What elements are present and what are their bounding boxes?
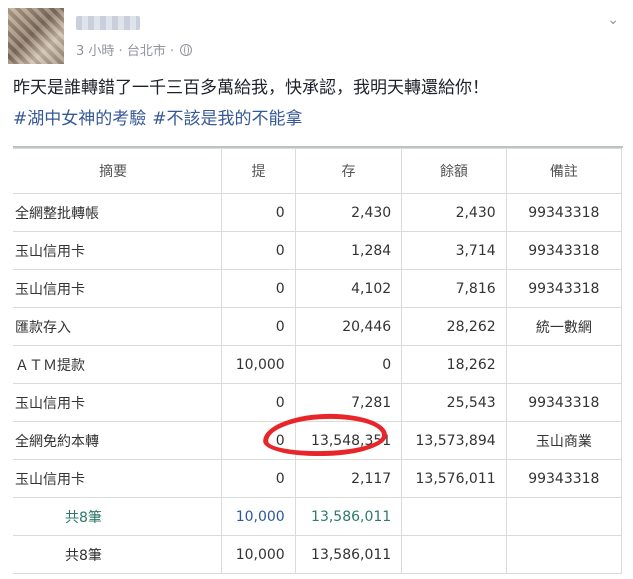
column-header: 提 bbox=[221, 148, 296, 194]
cell-total-deposit: 13,586,011 bbox=[294, 497, 403, 536]
cell-description: 全網整批轉帳 bbox=[13, 193, 223, 232]
table-header-row: 摘要 提 存 餘額 備註 bbox=[13, 148, 623, 194]
cell-note: 99343318 bbox=[505, 193, 623, 232]
column-header: 存 bbox=[294, 148, 403, 194]
cell-description: 玉山信用卡 bbox=[13, 383, 223, 422]
cell-total-withdrawal: 10,000 bbox=[221, 535, 296, 574]
cell-withdrawal: 10,000 bbox=[221, 345, 296, 384]
cell-deposit: 4,102 bbox=[294, 269, 403, 308]
chevron-down-icon[interactable]: ⌄ bbox=[607, 12, 619, 28]
post-header: 3 小時 · 台北市 · ⌄ bbox=[8, 8, 625, 64]
totals-row: 共8筆 10,000 13,586,011 bbox=[13, 497, 623, 536]
hashtag-link[interactable]: #不該是我的不能拿 bbox=[152, 109, 302, 129]
post-meta: 3 小時 · 台北市 · bbox=[76, 40, 193, 59]
cell-total-count: 共8筆 bbox=[13, 535, 223, 574]
cell-total-balance bbox=[401, 535, 507, 574]
cell-total-note bbox=[505, 535, 623, 574]
avatar[interactable] bbox=[8, 8, 64, 64]
cell-deposit: 1,284 bbox=[294, 231, 403, 270]
cell-balance: 25,543 bbox=[401, 383, 507, 422]
cell-description: 全網免約本轉 bbox=[13, 421, 223, 460]
column-header: 備註 bbox=[505, 148, 623, 194]
cell-balance: 2,430 bbox=[401, 193, 507, 232]
cell-balance: 28,262 bbox=[401, 307, 507, 346]
cell-description: 匯款存入 bbox=[13, 307, 223, 346]
cell-deposit: 20,446 bbox=[294, 307, 403, 346]
cell-balance: 7,816 bbox=[401, 269, 507, 308]
table-row: ＡＴＭ提款 10,000 0 18,262 bbox=[13, 345, 623, 384]
cell-note: 99343318 bbox=[505, 231, 623, 270]
cell-total-balance bbox=[401, 497, 507, 536]
cell-withdrawal: 0 bbox=[221, 307, 296, 346]
cell-balance: 18,262 bbox=[401, 345, 507, 384]
cell-total-withdrawal: 10,000 bbox=[221, 497, 296, 536]
cell-deposit: 2,117 bbox=[294, 459, 403, 498]
cell-note: 統一數網 bbox=[505, 307, 623, 346]
table-row: 玉山信用卡 0 1,284 3,714 99343318 bbox=[13, 231, 623, 270]
cell-description: 玉山信用卡 bbox=[13, 269, 223, 308]
author-name-blurred[interactable] bbox=[76, 16, 140, 30]
cell-balance: 13,576,011 bbox=[401, 459, 507, 498]
cell-total-note bbox=[505, 497, 623, 536]
column-header: 餘額 bbox=[401, 148, 507, 194]
table-row: 匯款存入 0 20,446 28,262 統一數網 bbox=[13, 307, 623, 346]
cell-note: 99343318 bbox=[505, 269, 623, 308]
meta-separator: · bbox=[118, 44, 123, 59]
cell-withdrawal: 0 bbox=[221, 383, 296, 422]
post-location[interactable]: 台北市 bbox=[127, 44, 166, 59]
post-message: 昨天是誰轉錯了一千三百多萬給我，快承認，我明天轉還給你！ bbox=[13, 78, 489, 98]
totals-row: 共8筆 10,000 13,586,011 bbox=[13, 535, 623, 574]
post-timestamp[interactable]: 3 小時 bbox=[76, 44, 114, 59]
cell-description: 玉山信用卡 bbox=[13, 459, 223, 498]
cell-withdrawal: 0 bbox=[221, 459, 296, 498]
post-photo[interactable]: 摘要 提 存 餘額 備註 全網整批轉帳 0 2,430 2,430 993433… bbox=[13, 146, 623, 575]
cell-deposit: 0 bbox=[294, 345, 403, 384]
cell-total-deposit: 13,586,011 bbox=[294, 535, 403, 574]
table-row: 全網整批轉帳 0 2,430 2,430 99343318 bbox=[13, 193, 623, 232]
cell-deposit: 2,430 bbox=[294, 193, 403, 232]
cell-note: 玉山商業 bbox=[505, 421, 623, 460]
hashtag-link[interactable]: #湖中女神的考驗 bbox=[13, 109, 146, 129]
cell-withdrawal: 0 bbox=[221, 269, 296, 308]
column-header: 摘要 bbox=[13, 148, 223, 194]
cell-note: 99343318 bbox=[505, 383, 623, 422]
globe-icon[interactable] bbox=[180, 44, 193, 56]
post-hashtags: #湖中女神的考驗 #不該是我的不能拿 bbox=[13, 108, 303, 130]
meta-separator: · bbox=[169, 44, 175, 59]
cell-description: 玉山信用卡 bbox=[13, 231, 223, 270]
cell-withdrawal: 0 bbox=[221, 231, 296, 270]
bank-ledger-table: 摘要 提 存 餘額 備註 全網整批轉帳 0 2,430 2,430 993433… bbox=[13, 148, 623, 574]
cell-withdrawal: 0 bbox=[221, 193, 296, 232]
cell-note bbox=[505, 345, 623, 384]
cell-total-count: 共8筆 bbox=[13, 497, 223, 536]
cell-note: 99343318 bbox=[505, 459, 623, 498]
table-row: 玉山信用卡 0 4,102 7,816 99343318 bbox=[13, 269, 623, 308]
cell-balance: 13,573,894 bbox=[401, 421, 507, 460]
table-row: 玉山信用卡 0 2,117 13,576,011 99343318 bbox=[13, 459, 623, 498]
cell-description: ＡＴＭ提款 bbox=[13, 345, 223, 384]
cell-balance: 3,714 bbox=[401, 231, 507, 270]
